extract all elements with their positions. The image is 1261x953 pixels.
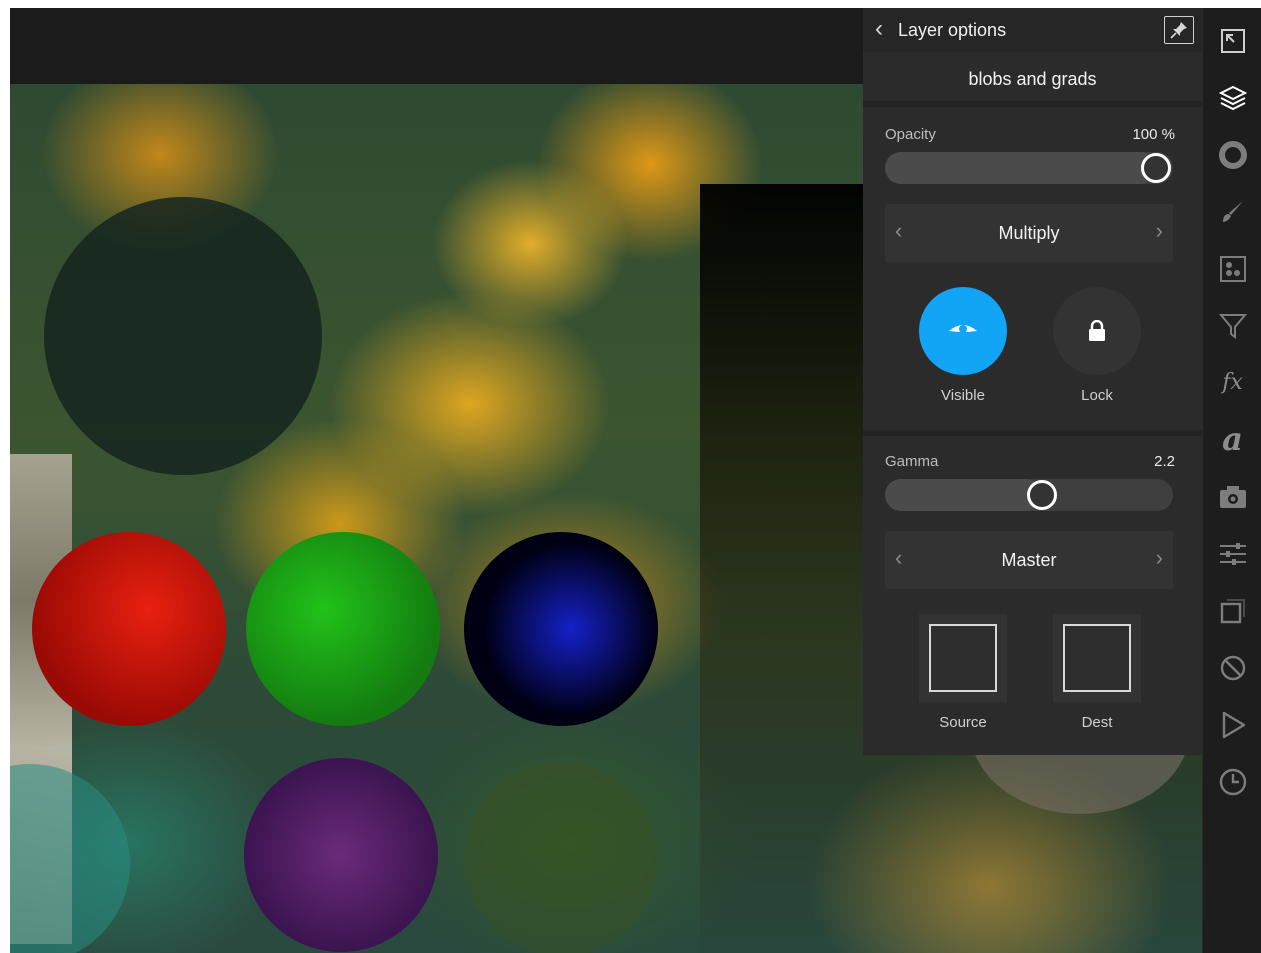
red-blob [32,532,226,726]
dots-pattern-icon [1219,256,1246,282]
disabled-circle-icon [1220,655,1245,681]
visible-toggle[interactable] [919,287,1007,375]
visible-label: Visible [941,387,985,404]
play-icon [1222,711,1245,739]
lock-icon [1089,320,1105,341]
blue-blob [464,532,658,726]
camera-icon [1219,486,1246,508]
fullscreen-icon [1220,29,1245,53]
camera-button[interactable] [1203,474,1261,520]
app-window: ‹ Layer options blobs and grads Opacity … [10,8,1261,953]
layer-name[interactable]: blobs and grads [863,52,1202,107]
dark-blob [44,197,322,475]
sliders-icon [1219,543,1246,565]
filter-funnel-icon [1218,314,1247,339]
teal-blob [10,764,130,953]
channel-picker[interactable]: ‹ Master › [885,531,1173,589]
gamma-label: Gamma [885,453,939,470]
color-wheel-icon [1218,141,1247,169]
text-icon: a [1222,420,1243,458]
fx-button[interactable]: fx [1203,360,1261,406]
brush-icon [1222,201,1243,222]
source-swatch-button[interactable] [919,614,1007,702]
fullscreen-button[interactable] [1203,18,1261,64]
filter-button[interactable] [1203,303,1261,349]
brush-button[interactable] [1203,189,1261,235]
gamma-slider-thumb[interactable] [1027,480,1057,510]
disable-button[interactable] [1203,645,1261,691]
layers-button[interactable] [1203,75,1261,121]
faint-green-blob [464,762,658,953]
layer-options-panel: ‹ Layer options blobs and grads Opacity … [863,8,1202,755]
dest-swatch [1063,624,1131,692]
dest-label: Dest [1081,714,1113,731]
color-button[interactable] [1203,132,1261,178]
opacity-value: 100 % [1132,126,1175,143]
adjustments-button[interactable] [1203,531,1261,577]
chevron-right-icon[interactable]: › [1156,220,1163,242]
crop-button[interactable] [1203,588,1261,634]
blend-mode-picker[interactable]: ‹ Multiply › [885,204,1173,262]
text-button[interactable]: a [1203,417,1261,463]
chevron-right-icon[interactable]: › [1156,547,1163,569]
lock-label: Lock [1081,387,1113,404]
green-blob [246,532,440,726]
opacity-slider-fill [885,152,1156,184]
top-bar [10,8,863,84]
opacity-slider[interactable] [885,152,1173,184]
panel-header: ‹ Layer options [863,8,1202,52]
fx-icon: fx [1222,370,1243,395]
purple-blob [244,758,438,952]
blend-mode-value: Multiply [998,223,1060,243]
pattern-button[interactable] [1203,246,1261,292]
pin-button[interactable] [1164,16,1194,44]
back-chevron-icon[interactable]: ‹ [875,17,883,41]
right-toolbar: fx a [1202,8,1261,953]
history-button[interactable] [1203,759,1261,805]
pin-icon [1170,22,1187,39]
panel-title: Layer options [898,20,1007,40]
source-label: Source [939,714,987,731]
source-swatch [929,624,997,692]
opacity-slider-thumb[interactable] [1141,153,1171,183]
gamma-slider[interactable] [885,479,1173,511]
gamma-slider-fill [885,479,1042,511]
dest-swatch-button[interactable] [1053,614,1141,702]
history-clock-icon [1219,768,1246,796]
crop-square-icon [1220,599,1245,624]
eye-icon [949,325,977,333]
layers-icon [1218,85,1247,111]
opacity-label: Opacity [885,126,936,143]
section-divider [863,430,1202,436]
channel-value: Master [1001,550,1057,570]
play-button[interactable] [1203,702,1261,748]
gamma-value: 2.2 [1154,453,1175,470]
lock-toggle[interactable] [1053,287,1141,375]
